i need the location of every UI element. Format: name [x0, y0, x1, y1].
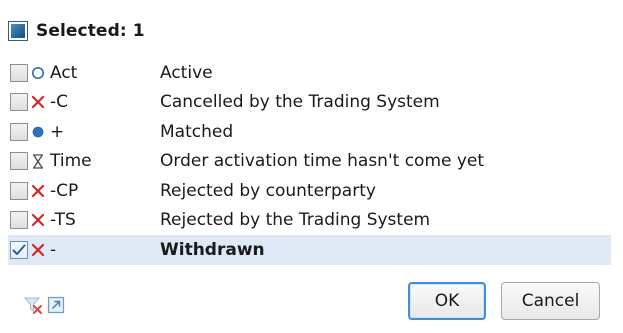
red-x-icon [30, 241, 46, 259]
status-code: + [50, 121, 65, 142]
status-filter-list: Act Active -C Cancelled by the Trading S… [8, 58, 611, 265]
status-code: -C [50, 92, 69, 113]
row-checkbox[interactable] [10, 63, 28, 82]
ok-button[interactable]: OK [408, 282, 486, 320]
select-all-header: Selected: 1 [8, 16, 145, 46]
row-checkbox-checked[interactable] [10, 240, 28, 259]
dialog-footer: OK Cancel [0, 277, 623, 327]
row-checkbox[interactable] [10, 211, 28, 230]
indeterminate-mark [11, 24, 25, 38]
red-x-icon [30, 182, 46, 200]
circle-outline-icon [30, 64, 46, 82]
selected-count-label: Selected: 1 [36, 21, 145, 41]
status-description: Matched [160, 121, 234, 142]
status-description: Rejected by counterparty [160, 180, 376, 201]
list-item-time[interactable]: Time Order activation time hasn't come y… [8, 147, 611, 177]
row-checkbox[interactable] [10, 181, 28, 200]
checkmark-icon [12, 244, 26, 255]
red-x-icon [30, 93, 46, 111]
list-item-matched[interactable]: + Matched [8, 117, 611, 147]
status-description: Withdrawn [160, 239, 265, 260]
list-item-c[interactable]: -C Cancelled by the Trading System [8, 88, 611, 118]
cancel-button[interactable]: Cancel [501, 282, 600, 320]
status-code: Act [50, 62, 78, 83]
filled-circle-icon [30, 123, 46, 141]
list-item-ts[interactable]: -TS Rejected by the Trading System [8, 206, 611, 236]
status-description: Rejected by the Trading System [160, 210, 431, 231]
status-description: Active [160, 62, 213, 83]
status-code: -CP [50, 180, 79, 201]
select-all-checkbox[interactable] [8, 21, 28, 41]
status-code: -TS [50, 210, 76, 231]
list-item-withdrawn[interactable]: - Withdrawn [8, 235, 611, 265]
list-item-cp[interactable]: -CP Rejected by counterparty [8, 176, 611, 206]
row-checkbox[interactable] [10, 122, 28, 141]
clear-filter-icon[interactable] [23, 295, 43, 315]
open-external-icon[interactable] [46, 295, 66, 315]
row-checkbox[interactable] [10, 152, 28, 171]
list-item-act[interactable]: Act Active [8, 58, 611, 88]
hourglass-icon [30, 152, 46, 170]
status-code: Time [50, 151, 92, 172]
status-code: - [50, 239, 57, 260]
status-description: Order activation time hasn't come yet [160, 151, 485, 172]
status-description: Cancelled by the Trading System [160, 92, 440, 113]
row-checkbox[interactable] [10, 93, 28, 112]
red-x-icon [30, 211, 46, 229]
